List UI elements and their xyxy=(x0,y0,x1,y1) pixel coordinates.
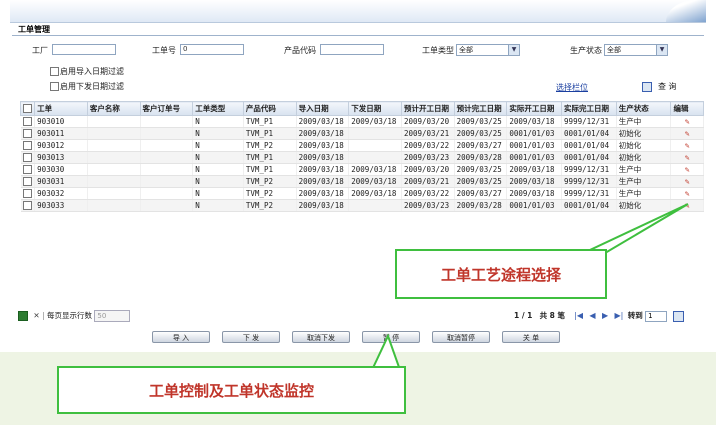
callout-control-text: 工单控制及工单状态监控 xyxy=(148,381,314,400)
callout-control: 工单控制及工单状态监控 xyxy=(57,366,406,414)
callout-routing: 工单工艺途程选择 xyxy=(395,249,607,299)
callout-arrow-control xyxy=(370,333,402,371)
callout-routing-text: 工单工艺途程选择 xyxy=(440,265,561,284)
callout-arrows xyxy=(370,203,689,371)
